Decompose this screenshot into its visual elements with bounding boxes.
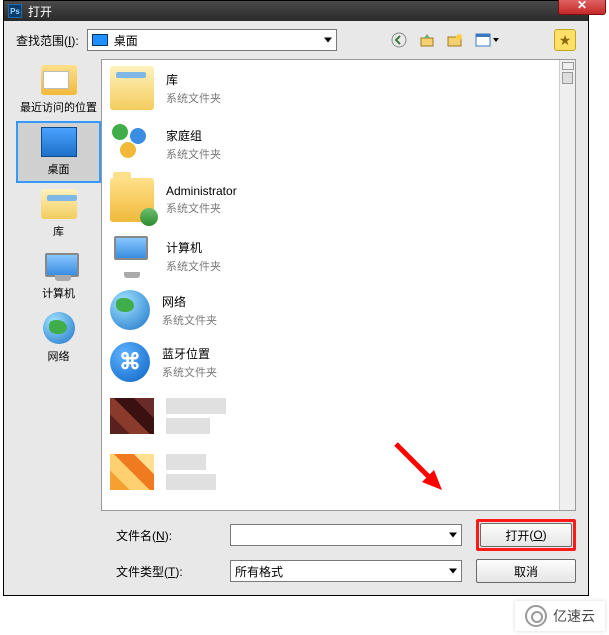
redacted-text [166,474,216,490]
open-button[interactable]: 打开(O) [480,523,572,547]
titlebar: Ps 打开 ✕ [4,1,588,21]
chevron-down-icon [324,38,332,43]
redacted-text [166,418,210,434]
filetype-value: 所有格式 [235,563,283,580]
filetype-label: 文件类型(T): [116,563,216,580]
star-icon: ★ [559,32,572,49]
place-network[interactable]: 网络 [16,307,101,369]
item-type: 系统文件夹 [166,90,221,106]
desktop-icon [92,34,108,46]
list-item-redacted[interactable] [102,388,559,444]
redacted-thumb [110,454,154,490]
window-title: 打开 [28,3,52,20]
globe-icon [110,290,150,330]
places-bar: 最近访问的位置 桌面 库 计算机 网络 [16,59,101,511]
watermark-text: 亿速云 [553,606,595,626]
up-button[interactable] [416,29,438,51]
list-item[interactable]: 计算机 系统文件夹 [102,228,559,284]
redacted-thumb [110,398,154,434]
item-name: 库 [166,71,221,88]
redacted-text [166,454,206,470]
place-label: 网络 [48,348,70,364]
recent-icon [41,65,77,95]
item-name: 家庭组 [166,127,221,144]
library-icon [110,66,154,110]
chevron-down-icon [493,38,499,42]
place-computer[interactable]: 计算机 [16,245,101,307]
filename-label: 文件名(N): [116,527,216,544]
scrollbar[interactable] [559,60,575,510]
computer-icon [110,234,154,278]
item-name: 蓝牙位置 [162,345,217,362]
newfolder-icon [447,32,463,48]
redacted-text [166,398,226,414]
back-icon [391,32,407,48]
viewmenu-icon [475,32,491,48]
person-icon [140,208,158,226]
chevron-down-icon [449,533,457,538]
place-recent[interactable]: 最近访问的位置 [16,59,101,121]
place-desktop[interactable]: 桌面 [16,121,101,183]
close-icon: ✕ [577,0,587,12]
item-type: 系统文件夹 [162,312,217,328]
scroll-thumb[interactable] [562,72,573,84]
watermark: 亿速云 [515,601,605,631]
open-dialog: Ps 打开 ✕ 查找范围(I): 桌面 [3,0,589,596]
filename-input[interactable] [235,528,435,542]
bluetooth-icon: ⌘ [110,342,150,382]
scroll-up-icon [562,62,574,70]
filename-combo[interactable] [230,524,462,546]
item-type: 系统文件夹 [166,258,221,274]
computer-icon [41,251,77,281]
place-label: 桌面 [48,161,70,177]
lookin-combo[interactable]: 桌面 [87,29,337,51]
item-name: Administrator [166,184,237,198]
viewmenu-button[interactable] [472,29,502,51]
list-item[interactable]: 库 系统文件夹 [102,60,559,116]
list-item[interactable]: ⌘ 蓝牙位置 系统文件夹 [102,336,559,388]
list-item[interactable]: 家庭组 系统文件夹 [102,116,559,172]
favorite-button[interactable]: ★ [554,29,576,51]
chevron-down-icon [449,569,457,574]
bottom-controls: 文件名(N): 打开(O) 文件类型(T): 所有格式 取消 [16,519,576,583]
place-label: 最近访问的位置 [20,99,97,115]
list-item[interactable]: Administrator 系统文件夹 [102,172,559,228]
nav-toolbar: ★ [388,29,576,51]
lookin-label: 查找范围(I): [16,32,79,49]
item-type: 系统文件夹 [166,146,221,162]
place-label: 计算机 [42,285,75,301]
place-label: 库 [53,223,64,239]
newfolder-button[interactable] [444,29,466,51]
desktop-icon [41,127,77,157]
list-item-redacted[interactable] [102,444,559,500]
watermark-logo-icon [525,605,547,627]
item-type: 系统文件夹 [166,200,237,216]
app-icon: Ps [8,4,22,18]
dialog-body: 查找范围(I): 桌面 [4,21,588,595]
library-icon [41,189,77,219]
item-name: 计算机 [166,239,221,256]
network-icon [43,312,75,344]
open-button-highlight: 打开(O) [476,519,576,551]
item-type: 系统文件夹 [162,364,217,380]
mid-area: 最近访问的位置 桌面 库 计算机 网络 [16,59,576,511]
file-pane: 库 系统文件夹 家庭组 系统文件夹 [101,59,576,511]
list-item[interactable]: 网络 系统文件夹 [102,284,559,336]
place-library[interactable]: 库 [16,183,101,245]
lookin-value: 桌面 [114,32,138,49]
homegroup-icon [110,122,154,166]
up-icon [419,32,435,48]
file-list[interactable]: 库 系统文件夹 家庭组 系统文件夹 [102,60,559,510]
item-name: 网络 [162,293,217,310]
lookin-row: 查找范围(I): 桌面 [16,29,576,51]
filetype-combo[interactable]: 所有格式 [230,560,462,582]
close-button[interactable]: ✕ [558,0,606,15]
cancel-button[interactable]: 取消 [476,559,576,583]
back-button[interactable] [388,29,410,51]
